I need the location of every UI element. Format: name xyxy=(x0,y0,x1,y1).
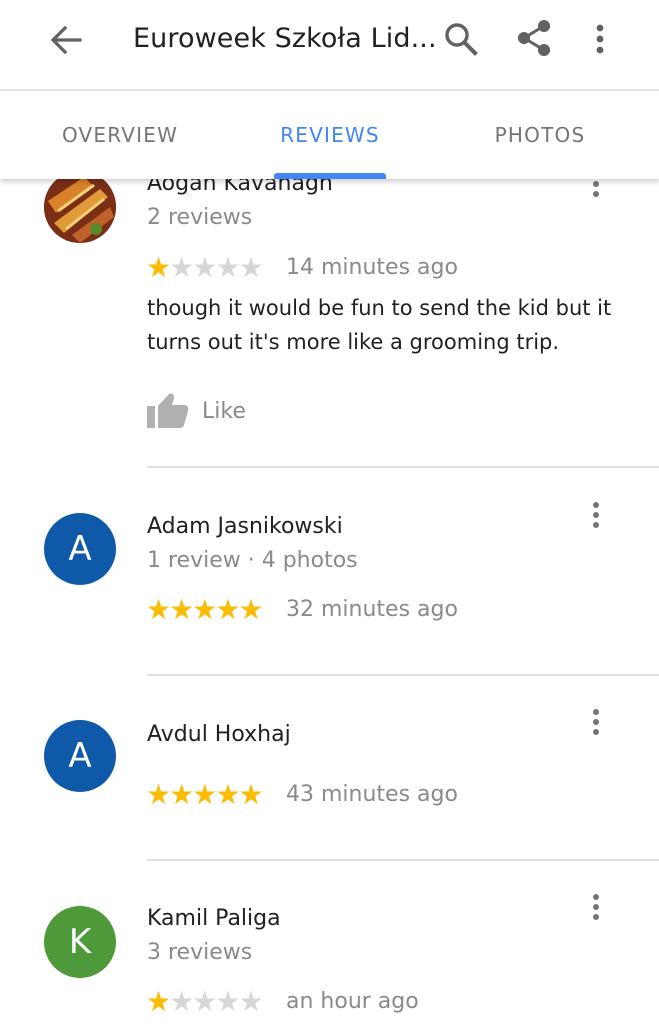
star-empty-icon: ★ xyxy=(169,251,194,284)
reviewer-name[interactable]: Adam Jasnikowski xyxy=(147,514,343,539)
reviewer-meta: 3 reviews xyxy=(147,940,253,965)
tab-reviews[interactable]: REVIEWS xyxy=(240,91,420,179)
star-empty-icon: ★ xyxy=(192,251,217,284)
star-filled-icon: ★ xyxy=(169,778,194,811)
tab-overview[interactable]: OVERVIEW xyxy=(30,91,210,179)
star-empty-icon: ★ xyxy=(169,985,194,1018)
star-rating: ★★★★★ xyxy=(146,251,264,284)
thumbs-up-icon[interactable] xyxy=(147,392,189,430)
reviewer-name[interactable]: Avdul Hoxhaj xyxy=(147,722,291,747)
review-time: an hour ago xyxy=(286,989,419,1014)
reviewer-avatar[interactable]: A xyxy=(44,720,116,792)
food-photo-icon xyxy=(44,171,116,243)
more-vert-icon[interactable] xyxy=(588,20,612,58)
search-icon[interactable] xyxy=(442,20,480,58)
reviewer-meta: 1 review · 4 photos xyxy=(147,548,358,573)
star-rating: ★★★★★ xyxy=(146,985,264,1018)
reviewer-meta: 2 reviews xyxy=(147,205,253,230)
review-time: 43 minutes ago xyxy=(286,782,458,807)
app-bar: Euroweek Szkoła Lid... xyxy=(0,0,659,90)
divider xyxy=(147,859,659,861)
reviewer-avatar[interactable] xyxy=(44,171,116,243)
review-time: 32 minutes ago xyxy=(286,597,458,622)
star-empty-icon: ★ xyxy=(192,985,217,1018)
star-empty-icon: ★ xyxy=(215,251,240,284)
appbar-divider xyxy=(0,89,659,91)
place-title: Euroweek Szkoła Lid... xyxy=(133,23,437,54)
more-vert-icon[interactable] xyxy=(586,891,606,923)
like-button[interactable]: Like xyxy=(202,399,246,424)
star-filled-icon: ★ xyxy=(215,778,240,811)
star-filled-icon: ★ xyxy=(169,593,194,626)
star-filled-icon: ★ xyxy=(238,778,263,811)
active-tab-indicator xyxy=(274,173,386,179)
review-time: 14 minutes ago xyxy=(286,255,458,280)
star-empty-icon: ★ xyxy=(238,985,263,1018)
tab-photos[interactable]: PHOTOS xyxy=(450,91,630,179)
reviews-screen: Aogan Kavanagh 2 reviews ★★★★★ 14 minute… xyxy=(0,0,659,1024)
reviewer-name[interactable]: Kamil Paliga xyxy=(147,906,281,931)
divider xyxy=(147,466,659,468)
tab-bar: OVERVIEW REVIEWS PHOTOS xyxy=(0,91,659,179)
arrow-back-icon[interactable] xyxy=(48,22,84,58)
star-filled-icon: ★ xyxy=(215,593,240,626)
star-filled-icon: ★ xyxy=(146,985,171,1018)
star-filled-icon: ★ xyxy=(146,778,171,811)
more-vert-icon[interactable] xyxy=(586,706,606,738)
reviewer-avatar[interactable]: A xyxy=(44,513,116,585)
star-rating: ★★★★★ xyxy=(146,778,264,811)
divider xyxy=(147,674,659,676)
star-empty-icon: ★ xyxy=(215,985,240,1018)
share-icon[interactable] xyxy=(514,18,554,58)
reviewer-avatar[interactable]: K xyxy=(44,906,116,978)
star-filled-icon: ★ xyxy=(192,778,217,811)
star-filled-icon: ★ xyxy=(192,593,217,626)
more-vert-icon[interactable] xyxy=(586,499,606,531)
star-rating: ★★★★★ xyxy=(146,593,264,626)
star-filled-icon: ★ xyxy=(238,593,263,626)
review-text: though it would be fun to send the kid b… xyxy=(147,296,612,354)
star-filled-icon: ★ xyxy=(146,593,171,626)
star-empty-icon: ★ xyxy=(238,251,263,284)
star-filled-icon: ★ xyxy=(146,251,171,284)
